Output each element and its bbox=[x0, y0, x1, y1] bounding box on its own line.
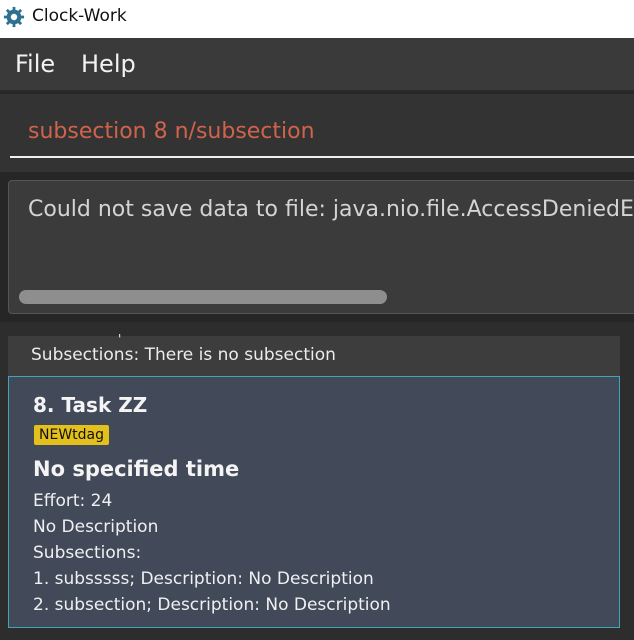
command-box bbox=[0, 94, 634, 172]
horizontal-scrollbar[interactable] bbox=[19, 290, 387, 304]
tag-badge: NEWtdag bbox=[34, 425, 110, 445]
subsections-label: Subsections: bbox=[33, 543, 142, 563]
task-time: No specified time bbox=[33, 457, 240, 481]
title-bar: Clock-Work bbox=[0, 0, 634, 38]
result-message: Could not save data to file: java.nio.fi… bbox=[28, 197, 634, 222]
gear-icon bbox=[3, 6, 25, 28]
window-title: Clock-Work bbox=[32, 6, 127, 26]
command-input[interactable] bbox=[10, 106, 634, 158]
subsections-text: Subsections: There is no subsection bbox=[31, 345, 336, 365]
result-display: Could not save data to file: java.nio.fi… bbox=[8, 180, 634, 314]
task-title: 8. Task ZZ bbox=[33, 393, 148, 417]
subsection-item: 2. subsection; Description: No Descripti… bbox=[33, 595, 391, 615]
menu-bar: File Help bbox=[0, 38, 634, 92]
task-effort: Effort: 24 bbox=[33, 491, 113, 511]
subsection-item: 1. subsssss; Description: No Description bbox=[33, 569, 374, 589]
task-card[interactable]: 8. Task ZZ NEWtdag No specified time Eff… bbox=[8, 376, 620, 628]
task-description: No Description bbox=[33, 517, 159, 537]
menu-file[interactable]: File bbox=[15, 50, 55, 78]
task-list[interactable]: ' Subsections: There is no subsection 8.… bbox=[0, 322, 634, 640]
menu-help[interactable]: Help bbox=[81, 50, 136, 78]
task-card-previous[interactable]: ' Subsections: There is no subsection bbox=[8, 332, 620, 376]
